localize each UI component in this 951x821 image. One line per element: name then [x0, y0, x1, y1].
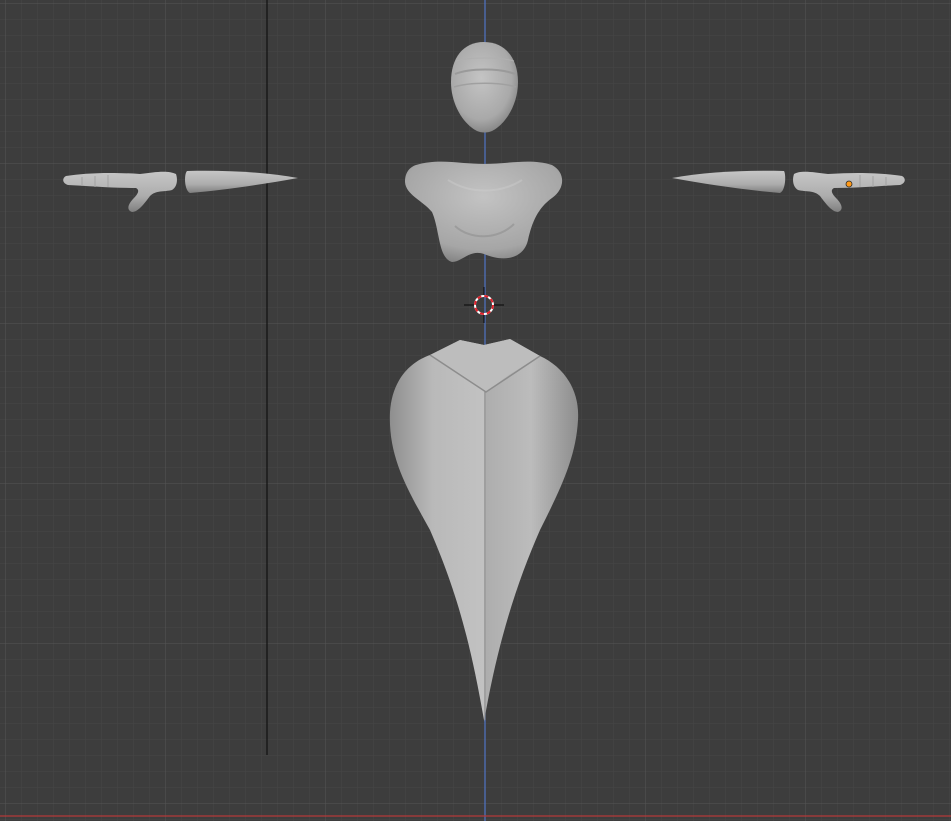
- selected-vertex-dot[interactable]: [845, 180, 853, 188]
- 3d-viewport[interactable]: [0, 0, 951, 821]
- viewport-canvas[interactable]: [0, 0, 951, 821]
